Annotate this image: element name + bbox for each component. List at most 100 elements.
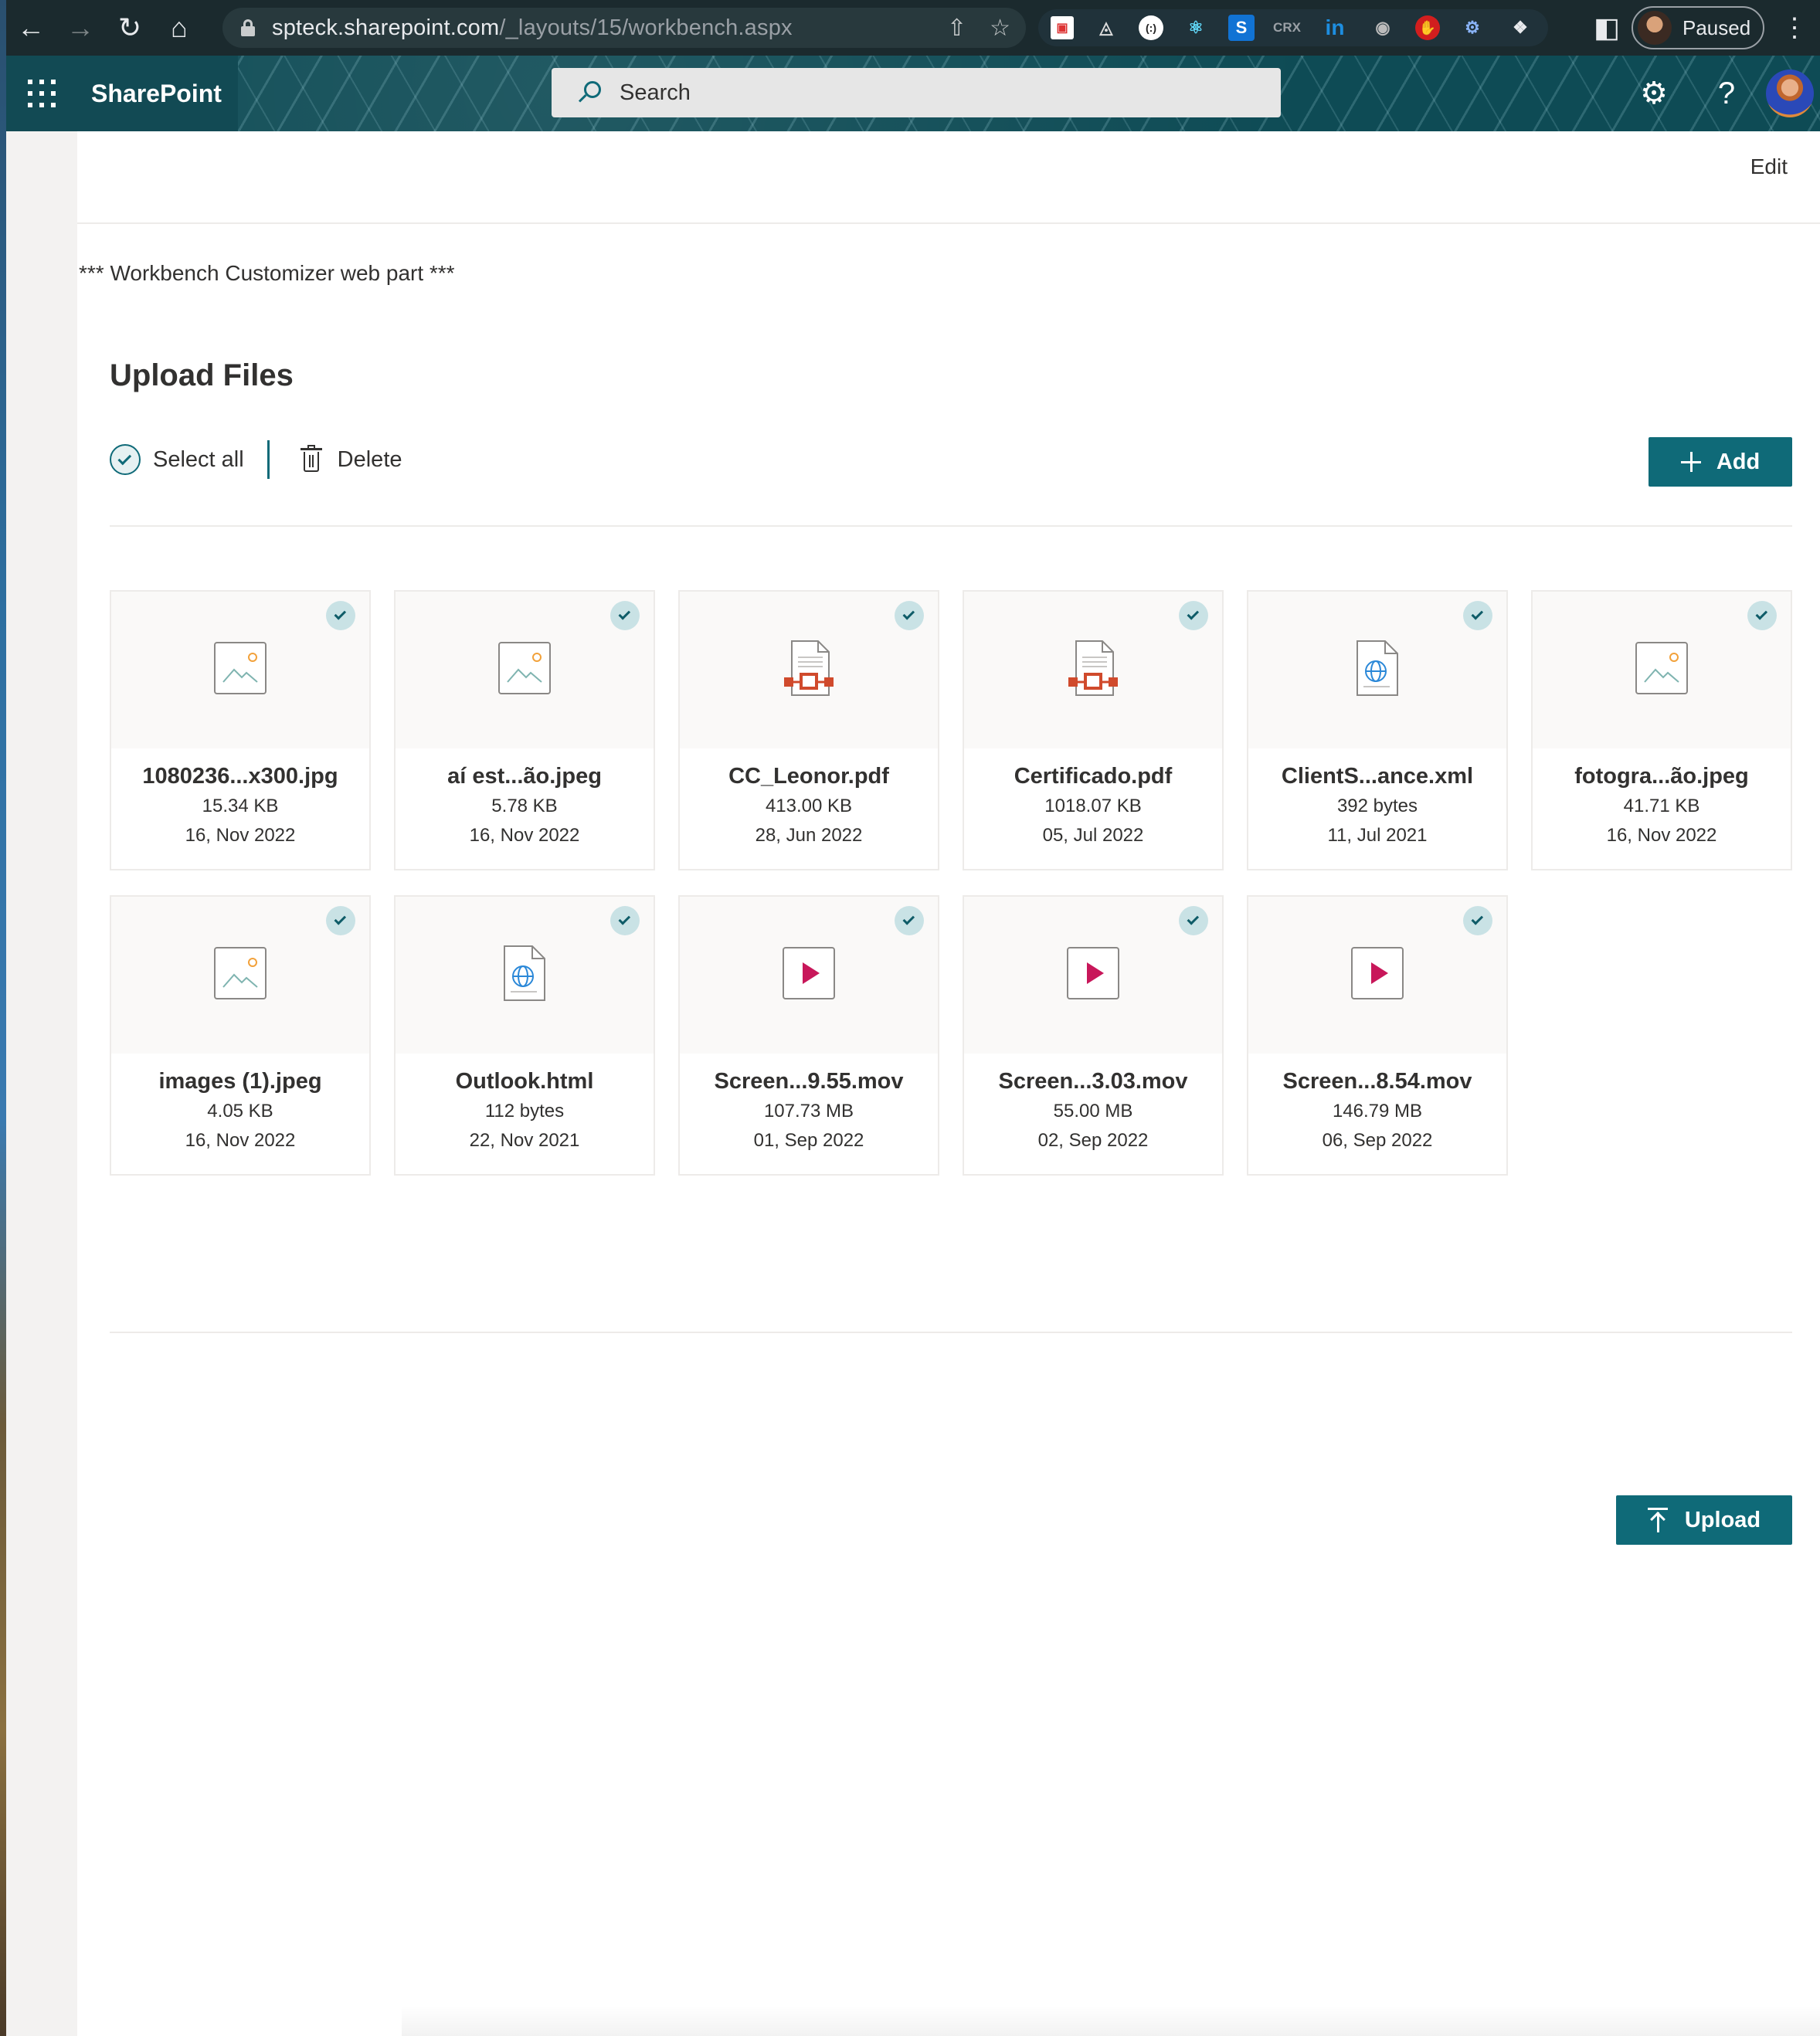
selection-check-icon[interactable]: [610, 601, 640, 630]
selection-check-icon[interactable]: [1463, 906, 1492, 935]
file-tile[interactable]: 1080236...x300.jpg 15.34 KB 16, Nov 2022: [110, 590, 371, 870]
lock-icon: [241, 19, 255, 36]
video-file-icon: [781, 945, 837, 1005]
file-size: 4.05 KB: [207, 1101, 273, 1121]
file-name: Certificado.pdf: [1014, 764, 1173, 789]
help-icon[interactable]: ?: [1690, 56, 1763, 131]
file-name: ClientS...ance.xml: [1281, 764, 1474, 789]
bookmark-star-icon[interactable]: ☆: [990, 15, 1010, 42]
react-devtools-icon[interactable]: ⚛: [1180, 12, 1211, 43]
url-text: spteck.sharepoint.com/_layouts/15/workbe…: [272, 15, 793, 40]
file-name: Screen...3.03.mov: [998, 1069, 1188, 1094]
mirror-extension-icon[interactable]: ◬: [1091, 12, 1122, 43]
file-preview: [111, 592, 369, 748]
video-file-icon: [1350, 945, 1405, 1005]
upload-button[interactable]: Upload: [1616, 1495, 1792, 1545]
file-date: 16, Nov 2022: [469, 825, 580, 846]
selection-check-icon[interactable]: [895, 906, 924, 935]
suite-bar: SharePoint Search ⚙ ?: [6, 56, 1820, 131]
page-title: Upload Files: [110, 358, 294, 392]
settings-gear-icon[interactable]: ⚙: [1618, 56, 1690, 131]
file-size: 392 bytes: [1336, 796, 1418, 816]
sidebar-icon[interactable]: ◧: [1582, 0, 1632, 56]
file-preview: [111, 897, 369, 1054]
file-size: 55.00 MB: [1053, 1101, 1133, 1121]
linkedin-extension-icon[interactable]: in: [1319, 12, 1350, 43]
file-tile[interactable]: Screen...3.03.mov 55.00 MB 02, Sep 2022: [963, 895, 1224, 1176]
selection-check-icon[interactable]: [326, 906, 355, 935]
hand-extension-icon[interactable]: ✋: [1415, 15, 1440, 40]
back-icon[interactable]: ←: [6, 0, 56, 56]
add-button[interactable]: Add: [1649, 437, 1792, 487]
file-tile[interactable]: aí est...ão.jpeg 5.78 KB 16, Nov 2022: [394, 590, 655, 870]
selection-check-icon[interactable]: [1747, 601, 1777, 630]
file-size: 107.73 MB: [763, 1101, 854, 1121]
add-label: Add: [1716, 449, 1761, 474]
image-file-icon: [497, 640, 552, 700]
file-name: Screen...8.54.mov: [1282, 1069, 1472, 1094]
browser-toolbar: ← → ↻ ⌂ spteck.sharepoint.com/_layouts/1…: [6, 0, 1820, 56]
selection-check-icon[interactable]: [1179, 601, 1208, 630]
file-preview: [1248, 897, 1506, 1054]
profile-avatar: [1638, 11, 1672, 45]
forward-icon[interactable]: →: [56, 0, 105, 56]
file-date: 22, Nov 2021: [469, 1130, 580, 1151]
file-tile[interactable]: Screen...9.55.mov 107.73 MB 01, Sep 2022: [678, 895, 939, 1176]
user-avatar[interactable]: [1766, 70, 1814, 117]
file-preview: [396, 897, 654, 1054]
address-bar[interactable]: spteck.sharepoint.com/_layouts/15/workbe…: [222, 8, 1026, 48]
selection-check-icon[interactable]: [1179, 906, 1208, 935]
reload-icon[interactable]: ↻: [105, 0, 154, 56]
desktop-wallpaper-strip: [0, 0, 6, 2036]
selection-check-icon[interactable]: [1463, 601, 1492, 630]
file-tile[interactable]: Screen...8.54.mov 146.79 MB 06, Sep 2022: [1247, 895, 1508, 1176]
file-size: 413.00 KB: [765, 796, 853, 816]
s-extension-icon[interactable]: S: [1228, 15, 1255, 41]
app-launcher: SharePoint: [6, 56, 238, 131]
mask-extension-icon[interactable]: ◉: [1367, 12, 1398, 43]
selection-check-icon[interactable]: [610, 906, 640, 935]
selection-check-icon[interactable]: [326, 601, 355, 630]
image-file-icon: [1634, 640, 1689, 700]
file-preview: [680, 592, 938, 748]
web-file-icon: [1353, 639, 1402, 701]
app-title[interactable]: SharePoint: [91, 80, 222, 108]
bottom-shadow: [402, 2005, 1820, 2036]
puzzle-icon[interactable]: ❖: [1505, 12, 1536, 43]
file-tile[interactable]: ClientS...ance.xml 392 bytes 11, Jul 2021: [1247, 590, 1508, 870]
workbench-command-bar: Edit: [77, 131, 1820, 224]
file-date: 01, Sep 2022: [753, 1130, 864, 1151]
file-name: images (1).jpeg: [158, 1069, 322, 1094]
file-tile[interactable]: Outlook.html 112 bytes 22, Nov 2021: [394, 895, 655, 1176]
selection-check-icon[interactable]: [895, 601, 924, 630]
waffle-icon[interactable]: [28, 80, 56, 107]
file-size: 15.34 KB: [202, 796, 279, 816]
browser-menu-icon[interactable]: ⋮: [1781, 12, 1808, 43]
file-tile[interactable]: images (1).jpeg 4.05 KB 16, Nov 2022: [110, 895, 371, 1176]
select-all-button[interactable]: Select all: [110, 444, 244, 475]
file-tile[interactable]: Certificado.pdf 1018.07 KB 05, Jul 2022: [963, 590, 1224, 870]
search-input[interactable]: Search: [552, 68, 1281, 117]
command-separator: [267, 440, 270, 479]
file-size: 1018.07 KB: [1044, 796, 1142, 816]
crx-extension-icon[interactable]: CRX: [1272, 12, 1302, 43]
gear-extension-icon[interactable]: ⚙: [1457, 12, 1488, 43]
share-icon[interactable]: ⇧: [947, 15, 966, 42]
file-size: 41.71 KB: [1623, 796, 1700, 816]
file-tile[interactable]: CC_Leonor.pdf 413.00 KB 28, Jun 2022: [678, 590, 939, 870]
calendar-extension-icon[interactable]: ▣: [1051, 16, 1074, 39]
file-date: 06, Sep 2022: [1322, 1130, 1433, 1151]
home-icon[interactable]: ⌂: [154, 0, 204, 56]
pdf-file-icon: [781, 639, 837, 701]
profile-button[interactable]: Paused: [1632, 6, 1764, 49]
file-date: 16, Nov 2022: [185, 825, 296, 846]
file-preview: [964, 592, 1222, 748]
file-date: 16, Nov 2022: [185, 1130, 296, 1151]
search-placeholder: Search: [620, 80, 691, 105]
edit-button[interactable]: Edit: [1750, 154, 1788, 179]
octo-extension-icon[interactable]: (:): [1139, 15, 1163, 40]
delete-button[interactable]: Delete: [300, 445, 402, 473]
select-all-label: Select all: [153, 446, 244, 472]
file-tile[interactable]: fotogra...ão.jpeg 41.71 KB 16, Nov 2022: [1531, 590, 1792, 870]
file-date: 11, Jul 2021: [1327, 825, 1428, 846]
